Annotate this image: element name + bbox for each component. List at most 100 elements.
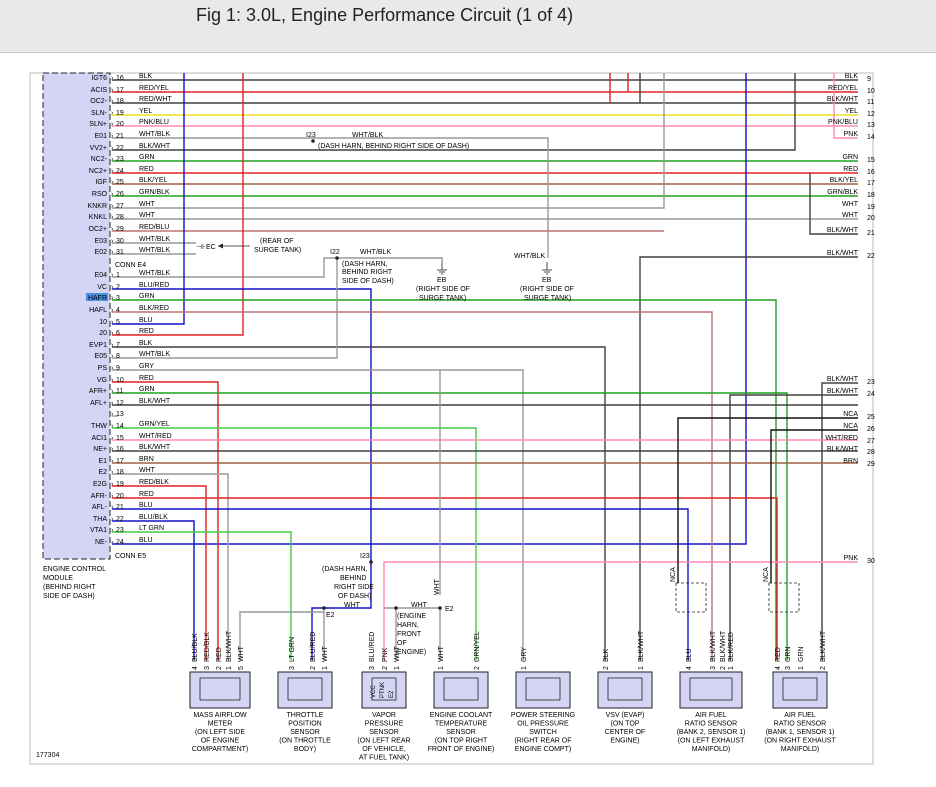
right-wire-color: BLK/WHT [827,446,859,453]
pin-wire-color: RED/WHT [139,96,172,103]
right-wire-color: GRN [842,154,858,161]
figure-number: 177304 [36,752,59,759]
conn-e4-label: CONN E4 [115,262,146,269]
wire [112,73,244,336]
ground-ec-symbol: ⊣⊦ [196,244,206,251]
component-pin-number: 1 [394,666,401,670]
pin-number: 18 [116,98,124,105]
component-pin-number: 3 [785,666,792,670]
pin-tick: › [111,214,114,221]
pin-name: NE- [95,539,108,546]
pin-wire-color: YEL [139,108,152,115]
component-pin-number: 1 [521,666,528,670]
component-pin-number: 1 [322,666,329,670]
component-label: BODY) [294,746,316,753]
pin-wire-color: GRN [139,293,155,300]
component-label: (ON THROTTLE [279,738,331,745]
pin-number: 17 [116,458,124,465]
right-wire-color: BLK [845,73,859,80]
pin-tick: › [111,411,114,418]
pin-number: 10 [116,377,124,384]
component-inner-label: PTNK [380,682,386,698]
splice-i23-top-loc: (DASH HARN, BEHIND RIGHT SIDE OF DASH) [318,143,469,150]
pin-name: E01 [95,133,108,140]
pin-tick: › [111,493,114,500]
right-pin-number: 22 [867,253,875,260]
pin-tick: › [111,481,114,488]
component-label: (ON TOP [611,721,640,728]
component-pin-number: 3 [289,666,296,670]
right-pin-number: 9 [867,76,871,83]
wire [112,369,524,660]
pin-wire-color: GRN [139,386,155,393]
component-pin-number: 4 [192,666,199,670]
splice-i22-id: I22 [330,249,340,256]
splice-i22-wire: WHT/BLK [360,249,391,256]
component-pin-number: 2 [720,666,727,670]
figure-title: Fig 1: 3.0L, Engine Performance Circuit … [196,5,574,25]
pin-name: EVP1 [89,342,107,349]
component-label: VAPOR [372,712,396,719]
pin-tick: › [111,272,114,279]
pin-number: 7 [116,342,120,349]
splice-dot [322,606,326,610]
pin-name: NC2+ [89,168,107,175]
pin-tick: › [111,87,114,94]
pin-name: AFR- [91,493,108,500]
right-pin-number: 13 [867,122,875,129]
pin-number: 30 [116,238,124,245]
right-pin-number: 16 [867,169,875,176]
right-wire-color: BLK/YEL [830,177,859,184]
pin-tick: › [111,342,114,349]
pin-number: 5 [116,319,120,326]
pin-tick: › [111,458,114,465]
pin-wire-color: BLU [139,537,153,544]
ground-eb1-loc-1: (RIGHT SIDE OF [416,286,470,293]
component-ect: WHT 1 GRN/YEL 2 ENGINE COOLANT TEMPERATURESEN… [428,631,495,753]
pin-wire-color: RED/BLK [139,479,169,486]
ground-eb1-id: EB [437,277,447,284]
pin-number: 27 [116,203,124,210]
pin-tick: › [111,446,114,453]
pin-tick: › [111,179,114,186]
ground-eb2-id: EB [542,277,552,284]
component-label: (RIGHT REAR OF [514,738,571,745]
pin-tick: › [111,203,114,210]
ground-eb2-loc-1: (RIGHT SIDE OF [520,286,574,293]
splice-e2b-loc-2: HARN, [397,622,419,629]
pin-wire-color: RED/YEL [139,85,169,92]
pin-wire-color: BLK/RED [139,305,169,312]
ecm-label-1: ENGINE CONTROL [43,566,106,573]
pin-tick: › [111,110,114,117]
component-label: SENSOR [369,729,399,736]
right-wire-color: NCA [843,423,858,430]
pin-name: IGF [95,179,107,186]
component-wire-label: BLK/WHT [820,630,827,662]
component-label: SENSOR [290,729,320,736]
splice-dot [335,256,339,260]
pin-number: 18 [116,469,124,476]
component-body [597,671,653,709]
component-wire-label: BLU/RED [369,632,376,662]
component-label: (BANK 2, SENSOR 1) [677,729,746,736]
right-wire-color: PNK/BLU [828,119,858,126]
pin-name: ACI1 [91,435,107,442]
component-wire-label: GRN/YEL [474,631,481,662]
pin-tick: › [111,377,114,384]
pin-name: RSO [92,191,108,198]
ground-eb2-wire: WHT/BLK [514,253,545,260]
right-wire-color: PNK [844,131,859,138]
component-pin-number: 1 [226,666,233,670]
pin-wire-color: BLK/YEL [139,177,168,184]
component-label: POSITION [288,721,321,728]
component-body [189,671,251,709]
pin-number: 12 [116,400,124,407]
component-label: OF ENGINE [201,738,240,745]
pin-name: VC [97,284,107,291]
pin-number: 25 [116,179,124,186]
component-label: (ON RIGHT EXHAUST [764,738,836,745]
component-label: FRONT OF ENGINE) [428,746,495,753]
pin-tick: › [111,156,114,163]
wire [112,520,195,660]
right-pin-number: 29 [867,461,875,468]
